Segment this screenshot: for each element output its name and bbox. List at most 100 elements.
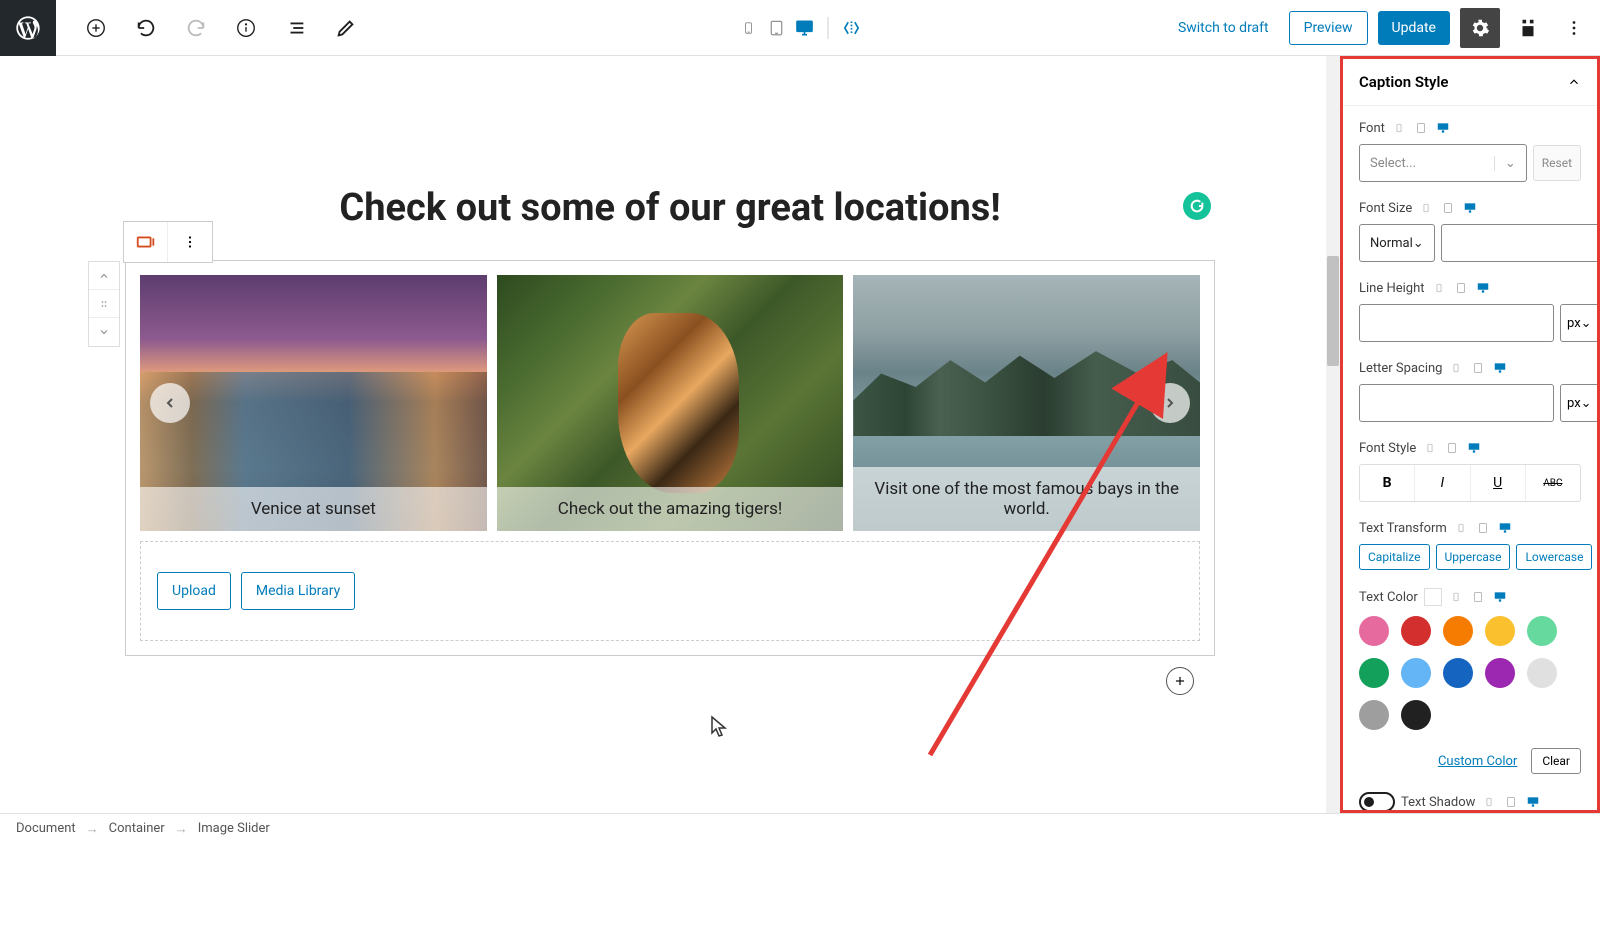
- tablet-icon[interactable]: [1470, 360, 1486, 376]
- chevron-down-icon: ⌄: [1413, 236, 1424, 251]
- slide-item[interactable]: Visit one of the most famous bays in the…: [853, 275, 1200, 531]
- mobile-icon[interactable]: [1391, 120, 1407, 136]
- mobile-icon[interactable]: [1418, 200, 1434, 216]
- desktop-icon[interactable]: [1462, 200, 1478, 216]
- info-icon[interactable]: [228, 10, 264, 46]
- move-down-icon[interactable]: [89, 318, 119, 346]
- media-library-button[interactable]: Media Library: [241, 572, 355, 610]
- mobile-icon[interactable]: [1422, 440, 1438, 456]
- caption-style-panel-toggle[interactable]: Caption Style: [1343, 59, 1597, 106]
- color-swatch[interactable]: [1401, 700, 1431, 730]
- settings-button[interactable]: [1460, 8, 1500, 48]
- block-mover[interactable]: [88, 261, 120, 347]
- scrollbar-thumb[interactable]: [1327, 256, 1339, 366]
- mobile-icon[interactable]: [1453, 520, 1469, 536]
- breadcrumb-item[interactable]: Container: [109, 821, 165, 836]
- desktop-icon[interactable]: [1492, 360, 1508, 376]
- color-swatch[interactable]: [1359, 700, 1389, 730]
- letter-spacing-unit-select[interactable]: px⌄: [1560, 384, 1599, 422]
- tablet-icon[interactable]: [1440, 200, 1456, 216]
- color-swatch[interactable]: [1401, 616, 1431, 646]
- uppercase-button[interactable]: Uppercase: [1436, 544, 1511, 570]
- color-swatch[interactable]: [1401, 658, 1431, 688]
- redo-icon[interactable]: [178, 10, 214, 46]
- color-swatch[interactable]: [1443, 616, 1473, 646]
- desktop-icon[interactable]: [1475, 280, 1491, 296]
- drag-handle-icon[interactable]: [89, 290, 119, 318]
- mobile-icon[interactable]: [1448, 360, 1464, 376]
- preview-button[interactable]: Preview: [1289, 11, 1368, 45]
- canvas-scrollbar[interactable]: [1326, 56, 1340, 813]
- image-slider-block[interactable]: Venice at sunset Check out the amazing t…: [125, 260, 1215, 656]
- tablet-device-icon[interactable]: [766, 17, 788, 39]
- more-options-icon[interactable]: [1556, 10, 1592, 46]
- current-color-swatch: [1424, 588, 1442, 606]
- tablet-icon[interactable]: [1475, 520, 1491, 536]
- color-swatch[interactable]: [1485, 616, 1515, 646]
- slide-item[interactable]: Check out the amazing tigers!: [497, 275, 844, 531]
- bold-button[interactable]: B: [1360, 465, 1415, 501]
- slider-next-button[interactable]: [1150, 383, 1190, 423]
- slider-prev-button[interactable]: [150, 383, 190, 423]
- mobile-device-icon[interactable]: [738, 17, 760, 39]
- desktop-icon[interactable]: [1497, 520, 1513, 536]
- font-size-input[interactable]: [1441, 224, 1600, 262]
- capitalize-button[interactable]: Capitalize: [1359, 544, 1430, 570]
- color-swatch[interactable]: [1443, 658, 1473, 688]
- chevron-down-icon: ⌄: [1581, 316, 1592, 331]
- text-shadow-toggle[interactable]: [1359, 792, 1395, 812]
- strikethrough-button[interactable]: ABC: [1526, 465, 1580, 501]
- upload-button[interactable]: Upload: [157, 572, 231, 610]
- mobile-icon[interactable]: [1448, 589, 1464, 605]
- update-button[interactable]: Update: [1378, 11, 1450, 45]
- letter-spacing-input[interactable]: [1359, 384, 1554, 422]
- tablet-icon[interactable]: [1444, 440, 1460, 456]
- list-view-icon[interactable]: [278, 10, 314, 46]
- plugin-icon[interactable]: [1510, 10, 1546, 46]
- color-swatch[interactable]: [1527, 616, 1557, 646]
- tablet-icon[interactable]: [1413, 120, 1429, 136]
- color-swatch[interactable]: [1359, 616, 1389, 646]
- underline-button[interactable]: U: [1471, 465, 1526, 501]
- desktop-icon[interactable]: [1435, 120, 1451, 136]
- text-shadow-label: Text Shadow: [1401, 795, 1475, 810]
- add-block-icon[interactable]: [78, 10, 114, 46]
- editor-canvas[interactable]: Check out some of our great locations!: [0, 56, 1340, 813]
- undo-icon[interactable]: [128, 10, 164, 46]
- page-heading[interactable]: Check out some of our great locations!: [125, 186, 1215, 230]
- mobile-icon[interactable]: [1481, 794, 1497, 810]
- color-swatch[interactable]: [1485, 658, 1515, 688]
- breadcrumb-item[interactable]: Document: [16, 821, 76, 836]
- desktop-device-icon[interactable]: [794, 17, 816, 39]
- wordpress-logo[interactable]: [0, 0, 56, 56]
- italic-button[interactable]: I: [1415, 465, 1470, 501]
- desktop-icon[interactable]: [1466, 440, 1482, 456]
- font-size-select[interactable]: Normal ⌄: [1359, 224, 1435, 262]
- switch-to-draft-button[interactable]: Switch to draft: [1168, 14, 1279, 42]
- mobile-icon[interactable]: [1431, 280, 1447, 296]
- slide-item[interactable]: Venice at sunset: [140, 275, 487, 531]
- tablet-icon[interactable]: [1503, 794, 1519, 810]
- grammarly-icon[interactable]: [1183, 192, 1211, 220]
- desktop-icon[interactable]: [1525, 794, 1541, 810]
- slide-caption: Visit one of the most famous bays in the…: [853, 467, 1200, 531]
- line-height-input[interactable]: [1359, 304, 1554, 342]
- color-swatch[interactable]: [1527, 658, 1557, 688]
- edit-icon[interactable]: [328, 10, 364, 46]
- tablet-icon[interactable]: [1470, 589, 1486, 605]
- line-height-unit-select[interactable]: px⌄: [1560, 304, 1599, 342]
- color-swatch[interactable]: [1359, 658, 1389, 688]
- responsive-toggle-icon[interactable]: [841, 17, 863, 39]
- clear-color-button[interactable]: Clear: [1531, 748, 1581, 774]
- tablet-icon[interactable]: [1453, 280, 1469, 296]
- add-block-after-button[interactable]: [1166, 667, 1194, 695]
- font-select[interactable]: Select... ⌄: [1359, 144, 1527, 182]
- breadcrumb-item[interactable]: Image Slider: [198, 821, 270, 836]
- move-up-icon[interactable]: [89, 262, 119, 290]
- desktop-icon[interactable]: [1492, 589, 1508, 605]
- lowercase-button[interactable]: Lowercase: [1516, 544, 1592, 570]
- block-type-icon[interactable]: [124, 222, 168, 262]
- block-more-icon[interactable]: [168, 222, 212, 262]
- custom-color-link[interactable]: Custom Color: [1438, 754, 1517, 769]
- font-reset-button[interactable]: Reset: [1533, 145, 1581, 181]
